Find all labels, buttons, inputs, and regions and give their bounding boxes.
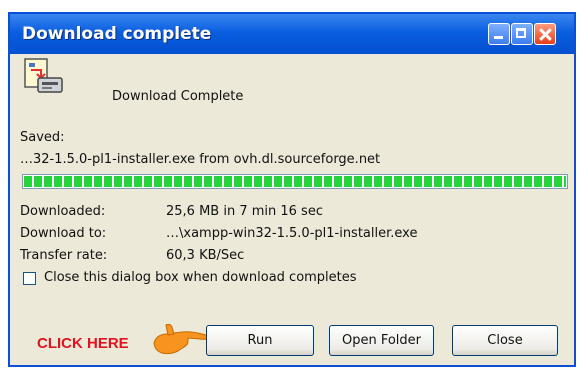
saved-label: Saved: (20, 130, 65, 145)
saved-filename: …32-1.5.0-pl1-installer.exe from ovh.dl.… (20, 152, 381, 167)
minimize-icon (489, 24, 509, 44)
downloaded-value: 25,6 MB in 7 min 16 sec (166, 204, 323, 219)
dialog-heading: Download Complete (112, 89, 244, 104)
window-title: Download complete (22, 24, 212, 44)
download-to-value: …\xampp-win32-1.5.0-pl1-installer.exe (166, 226, 418, 241)
open-folder-button[interactable]: Open Folder (329, 325, 434, 356)
maximize-icon (512, 24, 532, 44)
minimize-button[interactable] (488, 23, 510, 45)
progress-fill (24, 176, 566, 187)
download-file-icon (24, 58, 63, 93)
close-button[interactable]: Close (452, 325, 558, 356)
checkbox-label[interactable]: Close this dialog box when download comp… (44, 270, 357, 285)
download-progress-bar (22, 174, 568, 189)
pointing-hand-icon (153, 323, 208, 355)
title-close-button[interactable] (534, 23, 556, 45)
transfer-rate-value: 60,3 KB/Sec (166, 248, 245, 263)
title-bar[interactable]: Download complete (10, 14, 574, 54)
maximize-button[interactable] (511, 23, 533, 45)
download-complete-dialog: Download complete (8, 12, 576, 367)
downloaded-label: Downloaded: (20, 204, 106, 219)
click-here-annotation: CLICK HERE (37, 335, 129, 352)
close-icon (535, 24, 555, 44)
download-to-label: Download to: (20, 226, 107, 241)
run-button[interactable]: Run (206, 325, 314, 356)
close-when-complete-checkbox[interactable] (23, 272, 36, 285)
transfer-rate-label: Transfer rate: (20, 248, 108, 263)
